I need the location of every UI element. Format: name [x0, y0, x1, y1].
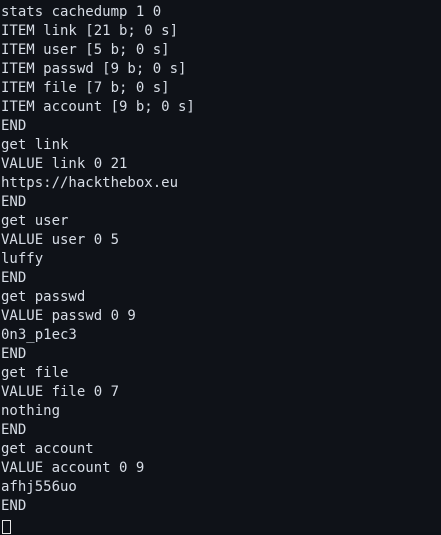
terminal-line: get passwd — [1, 289, 86, 305]
terminal-line: END — [1, 194, 27, 210]
terminal-line: END — [1, 498, 27, 514]
terminal-line: ITEM passwd [9 b; 0 s] — [1, 61, 187, 77]
terminal-line: END — [1, 118, 27, 134]
terminal-line: END — [1, 270, 27, 286]
terminal-line: VALUE passwd 0 9 — [1, 308, 136, 324]
terminal-line: ITEM link [21 b; 0 s] — [1, 23, 179, 39]
terminal-line: VALUE link 0 21 — [1, 156, 128, 172]
terminal-line: afhj556uo — [1, 479, 77, 495]
terminal-line: get file — [1, 365, 69, 381]
terminal-line: ITEM file [7 b; 0 s] — [1, 80, 170, 96]
terminal-line: VALUE file 0 7 — [1, 384, 120, 400]
terminal-line: stats cachedump 1 0 — [1, 4, 162, 20]
terminal-line: get account — [1, 441, 94, 457]
terminal-line: luffy — [1, 251, 44, 267]
terminal-line: END — [1, 422, 27, 438]
terminal-line: nothing — [1, 403, 61, 419]
terminal-line: https://hackthebox.eu — [1, 175, 179, 191]
terminal-input-line[interactable] — [1, 516, 441, 535]
terminal-line: get user — [1, 213, 69, 229]
terminal-line: ITEM account [9 b; 0 s] — [1, 99, 195, 115]
terminal-line: get link — [1, 137, 69, 153]
terminal-window[interactable]: stats cachedump 1 0 ITEM link [21 b; 0 s… — [0, 0, 441, 535]
terminal-line: 0n3_p1ec3 — [1, 327, 77, 343]
terminal-line: END — [1, 346, 27, 362]
terminal-output: stats cachedump 1 0 ITEM link [21 b; 0 s… — [1, 3, 441, 516]
terminal-line: ITEM user [5 b; 0 s] — [1, 42, 170, 58]
terminal-line: VALUE user 0 5 — [1, 232, 120, 248]
text-cursor — [2, 519, 11, 534]
terminal-line: VALUE account 0 9 — [1, 460, 145, 476]
